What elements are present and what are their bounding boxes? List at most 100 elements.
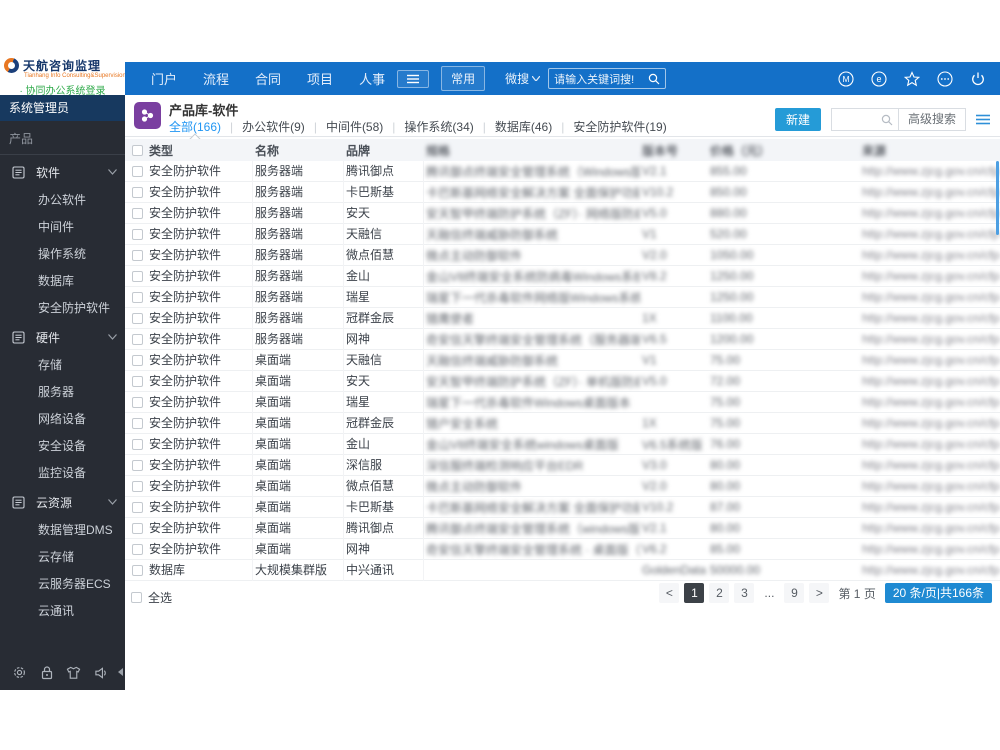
table-row[interactable]: 安全防护软件服务器端卡巴斯基卡巴斯基网络安全解决方案 全面保护功能 高级版...… — [125, 181, 1000, 203]
table-search-input[interactable] — [832, 114, 898, 126]
sidebar-group-硬件[interactable]: 硬件 — [0, 322, 125, 352]
select-all-label: 全选 — [148, 591, 173, 605]
row-checkbox[interactable] — [132, 249, 143, 261]
sidebar-item-服务器[interactable]: 服务器 — [0, 379, 125, 406]
table-row[interactable]: 安全防护软件 服务器端 安天 安天智甲终端防护系统（ZF）· 网络版防病毒 V5.0 88… — [125, 202, 1000, 224]
table-row[interactable]: 安全防护软件 服务器端 微点佰慧 微点主动防御软件 V2.0 1050.00 http://… — [125, 244, 1000, 266]
row-checkbox[interactable] — [132, 396, 143, 408]
table-row[interactable]: 安全防护软件 桌面端 瑞星 瑞星下一代杀毒软件Windows桌面版本 75.00 http… — [125, 391, 1000, 413]
row-checkbox[interactable] — [132, 564, 143, 576]
sidebar-item-云存储[interactable]: 云存储 — [0, 544, 125, 571]
nav-item-common[interactable]: 常用 — [441, 66, 486, 91]
row-checkbox[interactable] — [132, 480, 143, 492]
table-row[interactable]: 安全防护软件 服务器端 冠群金辰 猎鹰使者 1X 1100.00 http://www.zj… — [125, 307, 1000, 329]
nav-item[interactable]: 流程 — [203, 69, 229, 88]
row-checkbox[interactable] — [132, 501, 143, 513]
row-checkbox[interactable] — [132, 354, 143, 366]
row-checkbox[interactable] — [132, 207, 143, 219]
table-row[interactable]: 安全防护软件桌面端网神奇安信天擎终端安全管理系统 · 桌面版（…）V6.2 85.… — [125, 538, 1000, 560]
theme-shirt-icon[interactable] — [66, 666, 81, 680]
table-row[interactable]: 安全防护软件 服务器端 天融信 天融信终端威胁防御系统 V1 520.00 http://w… — [125, 223, 1000, 245]
row-checkbox[interactable] — [132, 375, 143, 387]
next-page-button[interactable]: > — [809, 583, 830, 603]
row-checkbox[interactable] — [132, 228, 143, 240]
current-page-indicator: 第 1 页 — [838, 585, 875, 602]
table-row[interactable]: 安全防护软件 桌面端 深信服 深信服终端检测响应平台EDR V3.0 80.00 http:… — [125, 454, 1000, 476]
global-search-input[interactable]: 请输入关键词搜! — [548, 68, 667, 89]
table-row[interactable]: 安全防护软件服务器端瑞星瑞星下一代杀毒软件网络版Windows系统·服务器端 12… — [125, 286, 1000, 308]
cell-version: V8.2 — [642, 269, 667, 283]
sidebar-item-安全防护软件[interactable]: 安全防护软件 — [0, 295, 125, 322]
table-row[interactable]: 安全防护软件桌面端腾讯御点腾讯御点终端安全管理系统（windows版）V2.1V… — [125, 517, 1000, 539]
sidebar-item-存储[interactable]: 存储 — [0, 352, 125, 379]
header-checkbox[interactable] — [132, 144, 143, 156]
lock-icon[interactable] — [40, 665, 54, 680]
tab-全部(166)[interactable]: 全部(166) — [169, 118, 221, 135]
sidebar-group-软件[interactable]: 软件 — [0, 157, 125, 187]
more-options-icon[interactable] — [937, 70, 953, 87]
sidebar-item-网络设备[interactable]: 网络设备 — [0, 406, 125, 433]
table-row[interactable]: 安全防护软件 桌面端 安天 安天智甲终端防护系统（ZF）· 单机版防病毒 V5.0 72.… — [125, 370, 1000, 392]
sidebar-item-安全设备[interactable]: 安全设备 — [0, 433, 125, 460]
row-checkbox[interactable] — [132, 186, 143, 198]
nav-item[interactable]: 合同 — [255, 69, 281, 88]
page-button-3[interactable]: 3 — [734, 583, 755, 603]
search-scope-dropdown[interactable]: 微搜 — [505, 70, 541, 87]
new-button[interactable]: 新建 — [774, 108, 821, 131]
row-checkbox[interactable] — [132, 165, 143, 177]
tab-办公软件(9)[interactable]: 办公软件(9) — [242, 118, 305, 135]
page-button-2[interactable]: 2 — [709, 583, 730, 603]
row-checkbox[interactable] — [132, 543, 143, 555]
nav-item[interactable]: 门户 — [151, 69, 177, 88]
sidebar-item-云通讯[interactable]: 云通讯 — [0, 598, 125, 625]
row-checkbox[interactable] — [132, 312, 143, 324]
sidebar-item-数据库[interactable]: 数据库 — [0, 268, 125, 295]
cell-name: 大规模集群版 — [253, 559, 344, 581]
favorite-star-icon[interactable] — [904, 70, 920, 87]
advanced-search-button[interactable]: 高级搜索 — [897, 109, 965, 130]
row-checkbox[interactable] — [132, 333, 143, 345]
row-checkbox[interactable] — [132, 438, 143, 450]
sidebar-item-云服务器ECS[interactable]: 云服务器ECS — [0, 571, 125, 598]
table-row[interactable]: 安全防护软件 桌面端 微点佰慧 微点主动防御软件 V2.0 80.00 http://www… — [125, 475, 1000, 497]
sidebar-item-办公软件[interactable]: 办公软件 — [0, 187, 125, 214]
table-scrollbar-thumb[interactable] — [996, 161, 999, 235]
speaker-icon[interactable] — [94, 666, 109, 680]
table-row[interactable]: 安全防护软件 服务器端 网神 奇安信天擎终端安全管理系统（服务器端） V6.5 1200.… — [125, 328, 1000, 350]
tab-安全防护软件(19)[interactable]: 安全防护软件(19) — [573, 118, 666, 135]
page-size-badge[interactable]: 20 条/页|共166条 — [884, 583, 992, 603]
sidebar-item-操作系统[interactable]: 操作系统 — [0, 241, 125, 268]
page-button-9[interactable]: 9 — [784, 583, 805, 603]
m-circle-icon[interactable]: M — [838, 70, 854, 87]
row-checkbox[interactable] — [132, 291, 143, 303]
e-circle-icon[interactable]: e — [871, 70, 887, 87]
table-row[interactable]: 数据库大规模集群版中兴通讯 GoldenData s...50000.00 http… — [125, 559, 1000, 581]
tab-中间件(58)[interactable]: 中间件(58) — [326, 118, 383, 135]
table-row[interactable]: 安全防护软件 服务器端 腾讯御点 腾讯御点终端安全管理系统（Windows版） V2.1… — [125, 160, 1000, 182]
select-all-checkbox[interactable] — [131, 592, 142, 603]
tab-数据库(46)[interactable]: 数据库(46) — [495, 118, 552, 135]
nav-item[interactable]: 项目 — [307, 69, 333, 88]
tab-操作系统(34)[interactable]: 操作系统(34) — [404, 118, 473, 135]
sidebar-group-云资源[interactable]: 云资源 — [0, 487, 125, 517]
power-icon[interactable] — [970, 71, 986, 87]
nav-item[interactable]: 人事 — [359, 69, 385, 88]
table-row[interactable]: 安全防护软件桌面端卡巴斯基卡巴斯基网络安全解决方案 全面保护功能 标准版 - 标… — [125, 496, 1000, 518]
table-row[interactable]: 安全防护软件 桌面端 金山 金山V8终端安全系统windows桌面版 V6.5系统版 76… — [125, 433, 1000, 455]
row-checkbox[interactable] — [132, 417, 143, 429]
sidebar-item-数据管理DMS[interactable]: 数据管理DMS — [0, 517, 125, 544]
prev-page-button[interactable]: < — [659, 583, 680, 603]
list-view-icon[interactable] — [976, 114, 990, 125]
gear-icon[interactable] — [12, 665, 27, 680]
sidebar-item-中间件[interactable]: 中间件 — [0, 214, 125, 241]
sidebar-collapse-icon[interactable] — [118, 668, 123, 676]
nav-more-menu-icon[interactable] — [397, 69, 430, 88]
table-row[interactable]: 安全防护软件服务器端金山金山V8终端安全系统防病毒Windows系统服务器版V8… — [125, 265, 1000, 287]
table-row[interactable]: 安全防护软件 桌面端 冠群金辰 猎户安全系统 1X 75.00 http://www.zjc… — [125, 412, 1000, 434]
table-row[interactable]: 安全防护软件 桌面端 天融信 天融信终端威胁防御系统 V1 75.00 http://www… — [125, 349, 1000, 371]
row-checkbox[interactable] — [132, 270, 143, 282]
page-button-1[interactable]: 1 — [684, 583, 705, 603]
sidebar-item-监控设备[interactable]: 监控设备 — [0, 460, 125, 487]
row-checkbox[interactable] — [132, 459, 143, 471]
row-checkbox[interactable] — [132, 522, 143, 534]
